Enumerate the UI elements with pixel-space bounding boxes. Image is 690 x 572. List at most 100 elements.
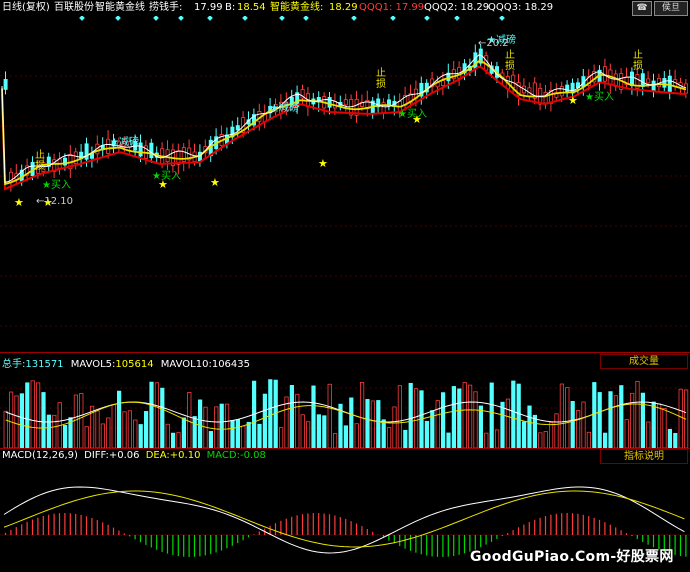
star-icon: ★ [14,196,24,209]
volume-bar [14,395,19,448]
b-label: B: [225,2,236,13]
volume-bar [79,393,84,448]
phone-icon[interactable]: ☎ [632,1,652,16]
volume-bar [397,385,403,448]
volume-bar [122,411,127,448]
star-icon: ★ [568,94,578,107]
volume-bar [133,419,138,448]
stop-loss-annotation: 止 [35,149,45,161]
volume-bar [473,391,478,448]
volume-bar [592,382,597,448]
candle-body [511,74,516,88]
gold-value: 18.29 [329,2,358,13]
window-button[interactable]: 侯旦 [654,1,688,16]
high-price-label: ←20.2 [478,38,509,49]
volume-bar [516,383,521,448]
volume-bar [106,417,111,448]
candle-body [138,142,143,157]
volume-bar [597,392,602,448]
watermark: GoodGuPiao.Com-好股票网 [470,549,674,565]
gold-label: 智能黄金线: [270,2,324,13]
candle-body [343,99,348,106]
volume-bar [160,387,165,448]
volume-bar [311,385,316,448]
volume-bar [176,432,181,448]
volume-bar [381,419,386,448]
volume-bar [489,382,494,448]
volume-bar [608,391,613,448]
volume-bar [343,425,349,448]
macd-title: MACD(12,26,9) [2,450,78,461]
volume-bar [662,408,667,448]
volume-bar [8,391,14,448]
candle-body [662,78,667,88]
candle-body [565,84,570,93]
volume-bar [603,432,608,448]
diamond-marker [79,16,85,21]
price-chart[interactable]: ★ ★★ ★★★★★买入★买入★买入★买入★减磅★减磅★减磅止损止损止损止损←12.… [0,16,690,352]
volume-bar [651,401,656,448]
volume-chart[interactable] [0,368,690,448]
volume-bar [214,406,219,448]
volume-bar [678,388,683,448]
volume-bar [246,421,251,448]
diamond-marker [115,16,121,21]
volume-bar [522,421,527,448]
candle-body [235,125,240,131]
volume-bar [73,394,78,448]
buy-annotation: ★买入 [152,170,181,182]
volume-bar [170,432,176,448]
qqq1-text: QQQ1: 17.99 [359,2,425,13]
qqq3-text: QQQ3: 18.29 [488,2,554,13]
candle-body [640,73,645,87]
volume-bar [349,397,354,448]
volume-bar [111,404,116,448]
stop-loss-annotation: 损 [376,77,386,90]
volume-bar [100,423,105,448]
volume-button[interactable]: 成交量 [600,354,688,369]
period-label[interactable]: 日线(复权) [2,2,50,14]
volume-bar [322,415,327,448]
volume-bar [392,406,397,448]
candle-body [646,78,651,84]
volume-bar [640,392,646,448]
volume-bar [500,401,505,448]
volume-bar [219,403,224,448]
volume-bar [30,380,35,448]
diamond-marker [424,16,430,21]
candle-body [381,102,386,114]
lao-value: 17.99 [194,2,223,13]
volume-bar [41,392,46,448]
volume-bar [165,423,170,448]
volume-bar [435,400,440,448]
macd-value: -0.08 [240,450,266,461]
volume-bar [386,427,392,448]
diff-label: DIFF: [84,450,109,461]
volume-bar [576,410,581,448]
volume-bar [462,382,467,448]
volume-bar [554,413,559,448]
volume-bar [370,400,376,448]
candle-body [630,71,635,87]
star-icon: ★ [210,176,220,189]
stop-loss-annotation: 损 [505,59,515,72]
stop-loss-annotation: 止 [633,49,643,61]
volume-bar [84,426,89,448]
candle-body [149,142,154,159]
volume-bar [451,386,457,448]
indicator-help-button[interactable]: 指标说明 [600,449,688,464]
volume-bar [241,425,246,448]
stop-loss-annotation: 止 [505,49,515,61]
volume-bar [332,433,338,448]
diamond-marker [242,16,248,21]
stock-name[interactable]: 百联股份 [54,2,94,14]
volume-bar [657,403,662,448]
volume-bar [635,380,640,448]
diamond-marker [390,16,396,21]
volume-bar [532,414,538,448]
buy-annotation: ★买入 [398,108,427,120]
low-price-label: ←12.10 [36,196,73,207]
volume-bar [127,410,132,448]
indicator-name[interactable]: 智能黄金线 [95,2,145,14]
star-icon: ★ [318,157,328,170]
